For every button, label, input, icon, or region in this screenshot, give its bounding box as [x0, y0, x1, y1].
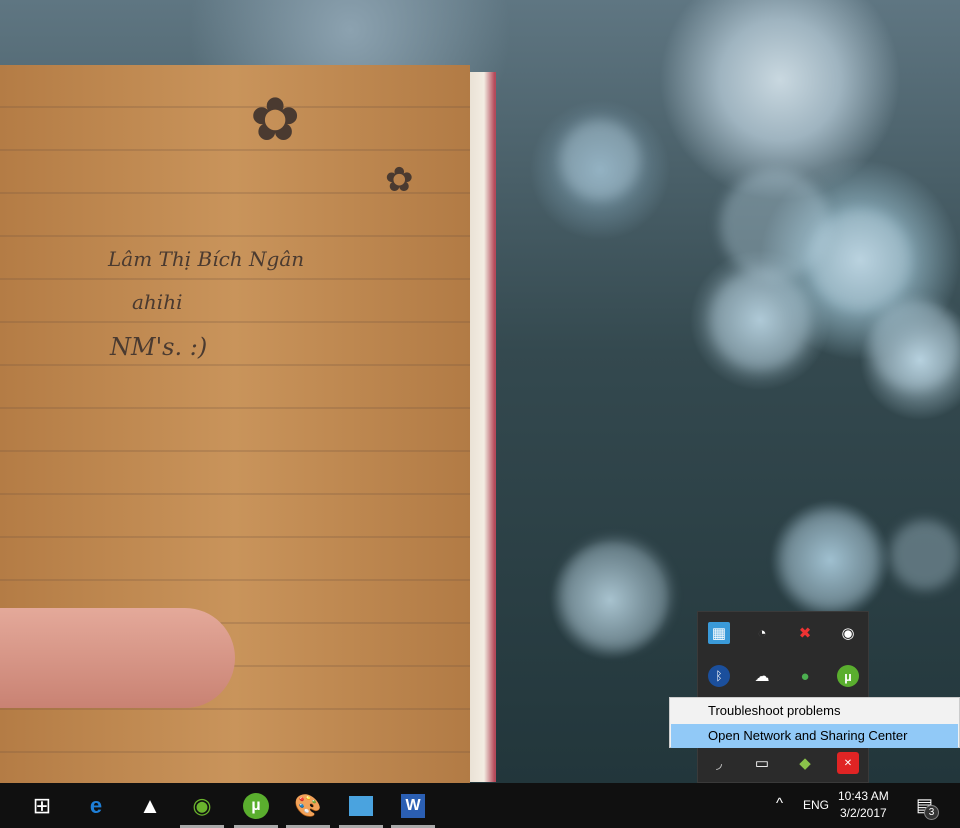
taskbar-utorrent[interactable]: µ	[232, 783, 280, 828]
clock-date: 3/2/2017	[839, 806, 887, 820]
clock-time: 10:43 AM	[838, 789, 889, 803]
bluestacks-icon[interactable]: ◆	[794, 752, 816, 774]
handwriting-ahihi: ahihi	[132, 290, 183, 314]
x-app-icon[interactable]: ✖	[794, 622, 816, 644]
taskbar-store[interactable]: ⊞	[18, 783, 66, 828]
action-center-icon[interactable]: ▤ 3	[916, 795, 939, 820]
handwriting-name: Lâm Thị Bích Ngân	[108, 247, 305, 271]
clock[interactable]: 10:43 AM 3/2/2017	[838, 788, 889, 822]
taskbar-photos[interactable]: ▲	[126, 783, 174, 828]
taskbar-file-explorer[interactable]: ▮	[0, 783, 12, 828]
taskbar: ▮ ⊞ e ▲ ◉ µ 🎨 W ^ ENG 10:43 AM 3/2/2017 …	[0, 783, 960, 828]
taskbar-control-panel[interactable]	[337, 783, 385, 828]
network-context-menu: Troubleshoot problems Open Network and S…	[669, 697, 960, 748]
flower-doodle: ✿	[250, 85, 301, 155]
internet-download-manager-icon[interactable]: ●	[794, 665, 816, 687]
show-hidden-icons-chevron[interactable]: ^	[776, 795, 783, 812]
taskbar-paint[interactable]: 🎨	[284, 783, 332, 828]
wifi-icon[interactable]: ◞	[708, 752, 730, 774]
menu-item-open-network-sharing-center[interactable]: Open Network and Sharing Center	[671, 724, 958, 748]
onedrive-icon[interactable]: ☁	[751, 665, 773, 687]
notification-count-badge: 3	[924, 805, 939, 820]
bluetooth-icon[interactable]: ᛒ	[708, 665, 730, 687]
utorrent-icon[interactable]: µ	[837, 665, 859, 687]
antivirus-icon[interactable]: ✕	[837, 752, 859, 774]
power-icon[interactable]: ▭	[751, 752, 773, 774]
satellite-icon[interactable]: ◔	[751, 622, 773, 644]
handwriting-nms: NM's. :)	[110, 333, 208, 361]
menu-item-troubleshoot[interactable]: Troubleshoot problems	[671, 699, 958, 723]
taskbar-edge[interactable]: e	[72, 783, 120, 828]
thumb	[0, 608, 235, 708]
circle-record-icon[interactable]: ◉	[837, 622, 859, 644]
taskbar-word[interactable]: W	[389, 783, 437, 828]
notebook-edge	[466, 72, 496, 782]
taskbar-coc-coc[interactable]: ◉	[178, 783, 226, 828]
network-monitor-icon[interactable]: ▦	[708, 622, 730, 644]
small-flower-doodle: ✿	[385, 160, 414, 200]
language-indicator[interactable]: ENG	[803, 798, 829, 812]
